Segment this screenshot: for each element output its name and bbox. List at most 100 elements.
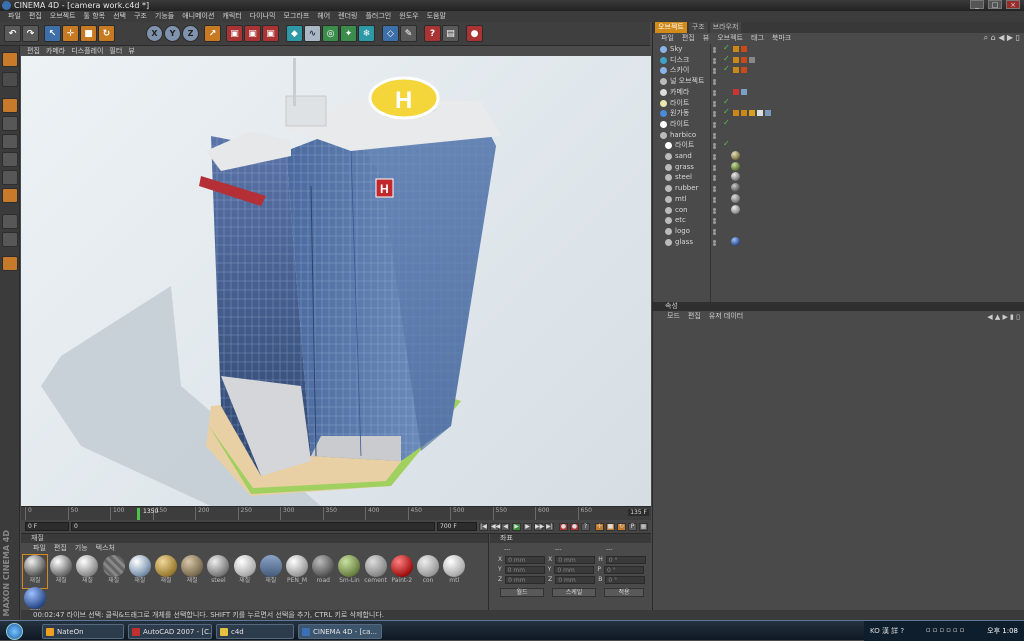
- tag-icon[interactable]: [765, 110, 771, 117]
- material-swatch[interactable]: con: [416, 555, 440, 588]
- visibility-dots[interactable]: [713, 186, 716, 190]
- z-axis-icon[interactable]: Z: [182, 25, 199, 42]
- record-icon[interactable]: ●: [466, 25, 483, 42]
- menu-item[interactable]: 윈도우: [395, 11, 422, 22]
- sculpt-icon[interactable]: [2, 256, 18, 271]
- light-icon[interactable]: ?: [424, 25, 441, 42]
- taskbar-button[interactable]: CINEMA 4D - [ca...: [298, 624, 382, 639]
- object-row[interactable]: Sky ✓: [653, 43, 1024, 54]
- rotation-field[interactable]: 0 °: [603, 565, 644, 574]
- rotation-field[interactable]: 0 °: [605, 555, 646, 564]
- goto-end-button[interactable]: ▶|: [545, 523, 554, 531]
- frame-range-slider[interactable]: 0: [71, 522, 435, 531]
- object-menu-item[interactable]: 파일: [661, 33, 674, 43]
- material-swatch[interactable]: cement: [364, 555, 388, 588]
- material-swatch[interactable]: 재질: [154, 555, 178, 588]
- visibility-dots[interactable]: [713, 164, 716, 168]
- visibility-dots[interactable]: [713, 68, 716, 72]
- material-tag-icon[interactable]: [731, 161, 740, 171]
- object-row[interactable]: sand: [653, 151, 1024, 161]
- attribute-menu-item[interactable]: 편집: [688, 311, 701, 321]
- material-swatch[interactable]: Paint-2: [390, 555, 414, 588]
- object-row[interactable]: 디스크 ✓: [653, 54, 1024, 65]
- menu-item[interactable]: 도움말: [423, 11, 450, 22]
- visibility-dots[interactable]: [713, 121, 716, 125]
- visibility-dots[interactable]: [713, 228, 716, 232]
- material-swatch[interactable]: mtl: [442, 555, 466, 588]
- object-row[interactable]: rubber: [653, 183, 1024, 193]
- menu-item[interactable]: 다이나믹: [246, 11, 280, 22]
- rotate-icon[interactable]: ↻: [98, 25, 115, 42]
- material-swatch[interactable]: 재질: [128, 555, 152, 588]
- object-row[interactable]: con: [653, 204, 1024, 215]
- close-button[interactable]: ×: [1006, 0, 1020, 9]
- material-swatch[interactable]: 재질: [49, 555, 73, 588]
- material-tag-icon[interactable]: [731, 183, 740, 193]
- object-row[interactable]: 라이트 ✓: [653, 139, 1024, 150]
- rotation-field[interactable]: 0 °: [605, 575, 646, 584]
- material-swatch[interactable]: steel: [206, 555, 230, 588]
- playhead[interactable]: [137, 508, 140, 520]
- minimize-button[interactable]: _: [970, 0, 984, 9]
- menu-item[interactable]: 오브젝트: [46, 11, 80, 22]
- menu-item[interactable]: 캐릭터: [218, 11, 245, 22]
- tag-icon[interactable]: [749, 110, 755, 117]
- tag-icon[interactable]: [741, 67, 747, 74]
- cube-icon[interactable]: ◆: [286, 25, 303, 42]
- object-tab[interactable]: 구조: [688, 22, 708, 33]
- material-tag-icon[interactable]: [731, 236, 740, 246]
- object-axis-icon[interactable]: [2, 98, 18, 113]
- next-key-button[interactable]: ▶▶: [534, 523, 544, 531]
- live-select-icon[interactable]: ↖: [44, 25, 61, 42]
- enabled-check-icon[interactable]: ✓: [723, 139, 730, 149]
- tag-icon[interactable]: [741, 46, 747, 52]
- menu-item[interactable]: 파일: [4, 11, 25, 22]
- material-swatch[interactable]: 재질: [102, 555, 126, 588]
- menu-item[interactable]: 편집: [25, 11, 46, 22]
- goto-start-button[interactable]: |◀: [479, 523, 488, 531]
- menu-item[interactable]: 모그라프: [280, 11, 314, 22]
- material-swatch[interactable]: 재질: [180, 555, 204, 588]
- menu-item[interactable]: 툴 항목: [80, 11, 110, 22]
- size-field[interactable]: 0 mm: [555, 555, 596, 564]
- move-icon[interactable]: ✛: [62, 25, 79, 42]
- object-row[interactable]: etc: [653, 215, 1024, 225]
- object-row[interactable]: mtl: [653, 193, 1024, 204]
- tag-icon[interactable]: [733, 56, 739, 63]
- material-swatch[interactable]: 재질: [233, 555, 257, 588]
- prev-frame-button[interactable]: ◀: [501, 523, 510, 531]
- visibility-dots[interactable]: [713, 143, 716, 147]
- visibility-dots[interactable]: [713, 47, 716, 50]
- visibility-dots[interactable]: [713, 89, 716, 93]
- menu-item[interactable]: 플러그인: [361, 11, 395, 22]
- viewport-menu-item[interactable]: 뷰: [128, 46, 134, 56]
- scale-icon[interactable]: ■: [80, 25, 97, 42]
- visibility-dots[interactable]: [713, 154, 716, 157]
- object-row[interactable]: 라이트 ✓: [653, 118, 1024, 129]
- object-menu-item[interactable]: 북마크: [772, 33, 791, 43]
- object-row[interactable]: 라이트 ✓: [653, 97, 1024, 108]
- object-tab[interactable]: 오브젝트: [655, 22, 687, 33]
- scale-mode-select[interactable]: 스케일: [552, 588, 596, 597]
- tag-icon[interactable]: [733, 110, 739, 117]
- apply-button[interactable]: 적용: [604, 588, 644, 597]
- tag-icon[interactable]: [733, 67, 739, 74]
- object-menu-item[interactable]: 태그: [751, 33, 764, 43]
- size-field[interactable]: 0 mm: [555, 575, 596, 584]
- tag-icon[interactable]: [733, 46, 739, 52]
- x-axis-icon[interactable]: X: [146, 25, 163, 42]
- material-tag-icon[interactable]: [731, 151, 740, 160]
- visibility-dots[interactable]: [713, 239, 716, 243]
- object-row[interactable]: 카메라: [653, 87, 1024, 97]
- enabled-check-icon[interactable]: ✓: [723, 118, 730, 128]
- enabled-check-icon[interactable]: ✓: [723, 107, 730, 117]
- tag-icon[interactable]: [741, 56, 747, 63]
- render-region-icon[interactable]: ▤: [442, 25, 459, 42]
- visibility-dots[interactable]: [713, 57, 716, 61]
- timeline-ruler[interactable]: 0 50 100 150 200 250 300 350 400 450 500 550 600 650 …: [21, 506, 651, 520]
- viewport-icon[interactable]: [2, 52, 18, 67]
- record-button[interactable]: ●: [559, 523, 568, 531]
- array-icon[interactable]: ✦: [340, 25, 357, 42]
- nurbs-icon[interactable]: ◎: [322, 25, 339, 42]
- keyframe-selection-button[interactable]: ?: [581, 523, 590, 531]
